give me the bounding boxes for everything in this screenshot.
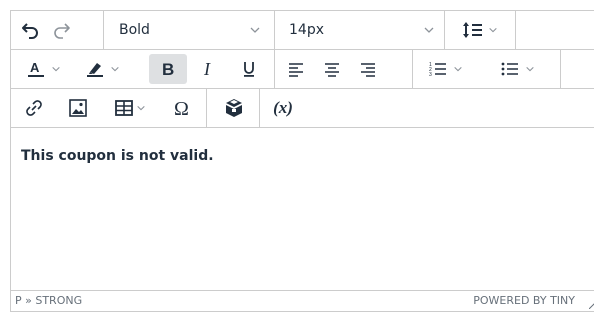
font-size-value: 14px (289, 22, 324, 38)
redo-button[interactable] (47, 15, 77, 45)
align-left-icon (288, 61, 304, 77)
status-bar: P » STRONG POWERED BY TINY (11, 290, 594, 311)
toolbar-row-2: A B I 1 2 3 (11, 50, 594, 89)
bullet-list-icon (501, 60, 519, 78)
content-text[interactable]: This coupon is not valid. (21, 148, 214, 164)
template-button[interactable] (215, 93, 253, 123)
highlight-color-button[interactable] (73, 54, 131, 84)
rich-text-editor: Bold 14px A B I 1 2 3 Ω (x) This coupon … (10, 10, 594, 312)
toolbar-separator (206, 89, 207, 127)
align-left-button[interactable] (279, 54, 313, 84)
table-button[interactable] (101, 93, 159, 123)
table-icon (114, 99, 134, 117)
align-center-button[interactable] (315, 54, 349, 84)
numbered-list-icon: 123 (429, 60, 447, 78)
font-weight-dropdown[interactable]: Bold (111, 15, 267, 45)
toolbar-separator (444, 11, 445, 49)
svg-text:Ω: Ω (174, 98, 189, 118)
chevron-down-icon (136, 103, 146, 113)
powered-by-link[interactable]: POWERED BY TINY (473, 294, 575, 307)
bold-button[interactable]: B (149, 54, 187, 84)
chevron-down-icon (110, 64, 120, 74)
svg-text:I: I (203, 60, 211, 78)
editor-content-area[interactable]: This coupon is not valid. (11, 128, 594, 291)
undo-button[interactable] (15, 15, 45, 45)
toolbar-separator (103, 11, 104, 49)
bullet-list-button[interactable] (483, 54, 553, 84)
highlight-icon (84, 58, 106, 80)
toolbar-separator (259, 89, 260, 127)
resize-handle-icon[interactable] (589, 303, 594, 309)
chevron-down-icon (453, 64, 463, 74)
chevron-down-icon (51, 64, 61, 74)
undo-icon (20, 20, 40, 40)
special-character-button[interactable]: Ω (165, 93, 199, 123)
chevron-down-icon (488, 25, 498, 35)
numbered-list-button[interactable]: 123 (415, 54, 477, 84)
variable-label: (x) (273, 98, 293, 117)
image-icon (68, 98, 88, 118)
text-color-icon: A (25, 58, 47, 80)
align-right-icon (360, 61, 376, 77)
line-height-icon (462, 20, 484, 40)
link-button[interactable] (19, 93, 49, 123)
chevron-down-icon (249, 24, 261, 36)
italic-icon: I (201, 60, 217, 78)
svg-text:B: B (162, 60, 174, 78)
svg-text:A: A (30, 60, 40, 75)
italic-button[interactable]: I (191, 54, 227, 84)
font-weight-value: Bold (119, 22, 150, 38)
toolbar-row-3: Ω (x) (11, 89, 594, 128)
toolbar-row-1: Bold 14px (11, 11, 594, 50)
align-right-button[interactable] (351, 54, 385, 84)
redo-icon (52, 20, 72, 40)
element-path[interactable]: P » STRONG (15, 294, 82, 307)
insert-variable-button[interactable]: (x) (265, 93, 301, 123)
underline-button[interactable] (231, 54, 267, 84)
image-button[interactable] (63, 93, 93, 123)
link-icon (24, 98, 44, 118)
toolbar-separator (515, 11, 516, 49)
align-center-icon (324, 61, 340, 77)
toolbar-separator (412, 50, 413, 88)
toolbar-separator (560, 50, 561, 88)
bold-icon: B (160, 60, 176, 78)
omega-icon: Ω (172, 98, 192, 118)
toolbar-separator (274, 50, 275, 88)
svg-text:3: 3 (429, 72, 432, 78)
chevron-down-icon (423, 24, 435, 36)
line-height-button[interactable] (451, 15, 509, 45)
underline-icon (241, 60, 257, 78)
template-icon (223, 97, 245, 119)
toolbar-separator (274, 11, 275, 49)
font-size-dropdown[interactable]: 14px (281, 15, 441, 45)
chevron-down-icon (525, 64, 535, 74)
text-color-button[interactable]: A (17, 54, 69, 84)
